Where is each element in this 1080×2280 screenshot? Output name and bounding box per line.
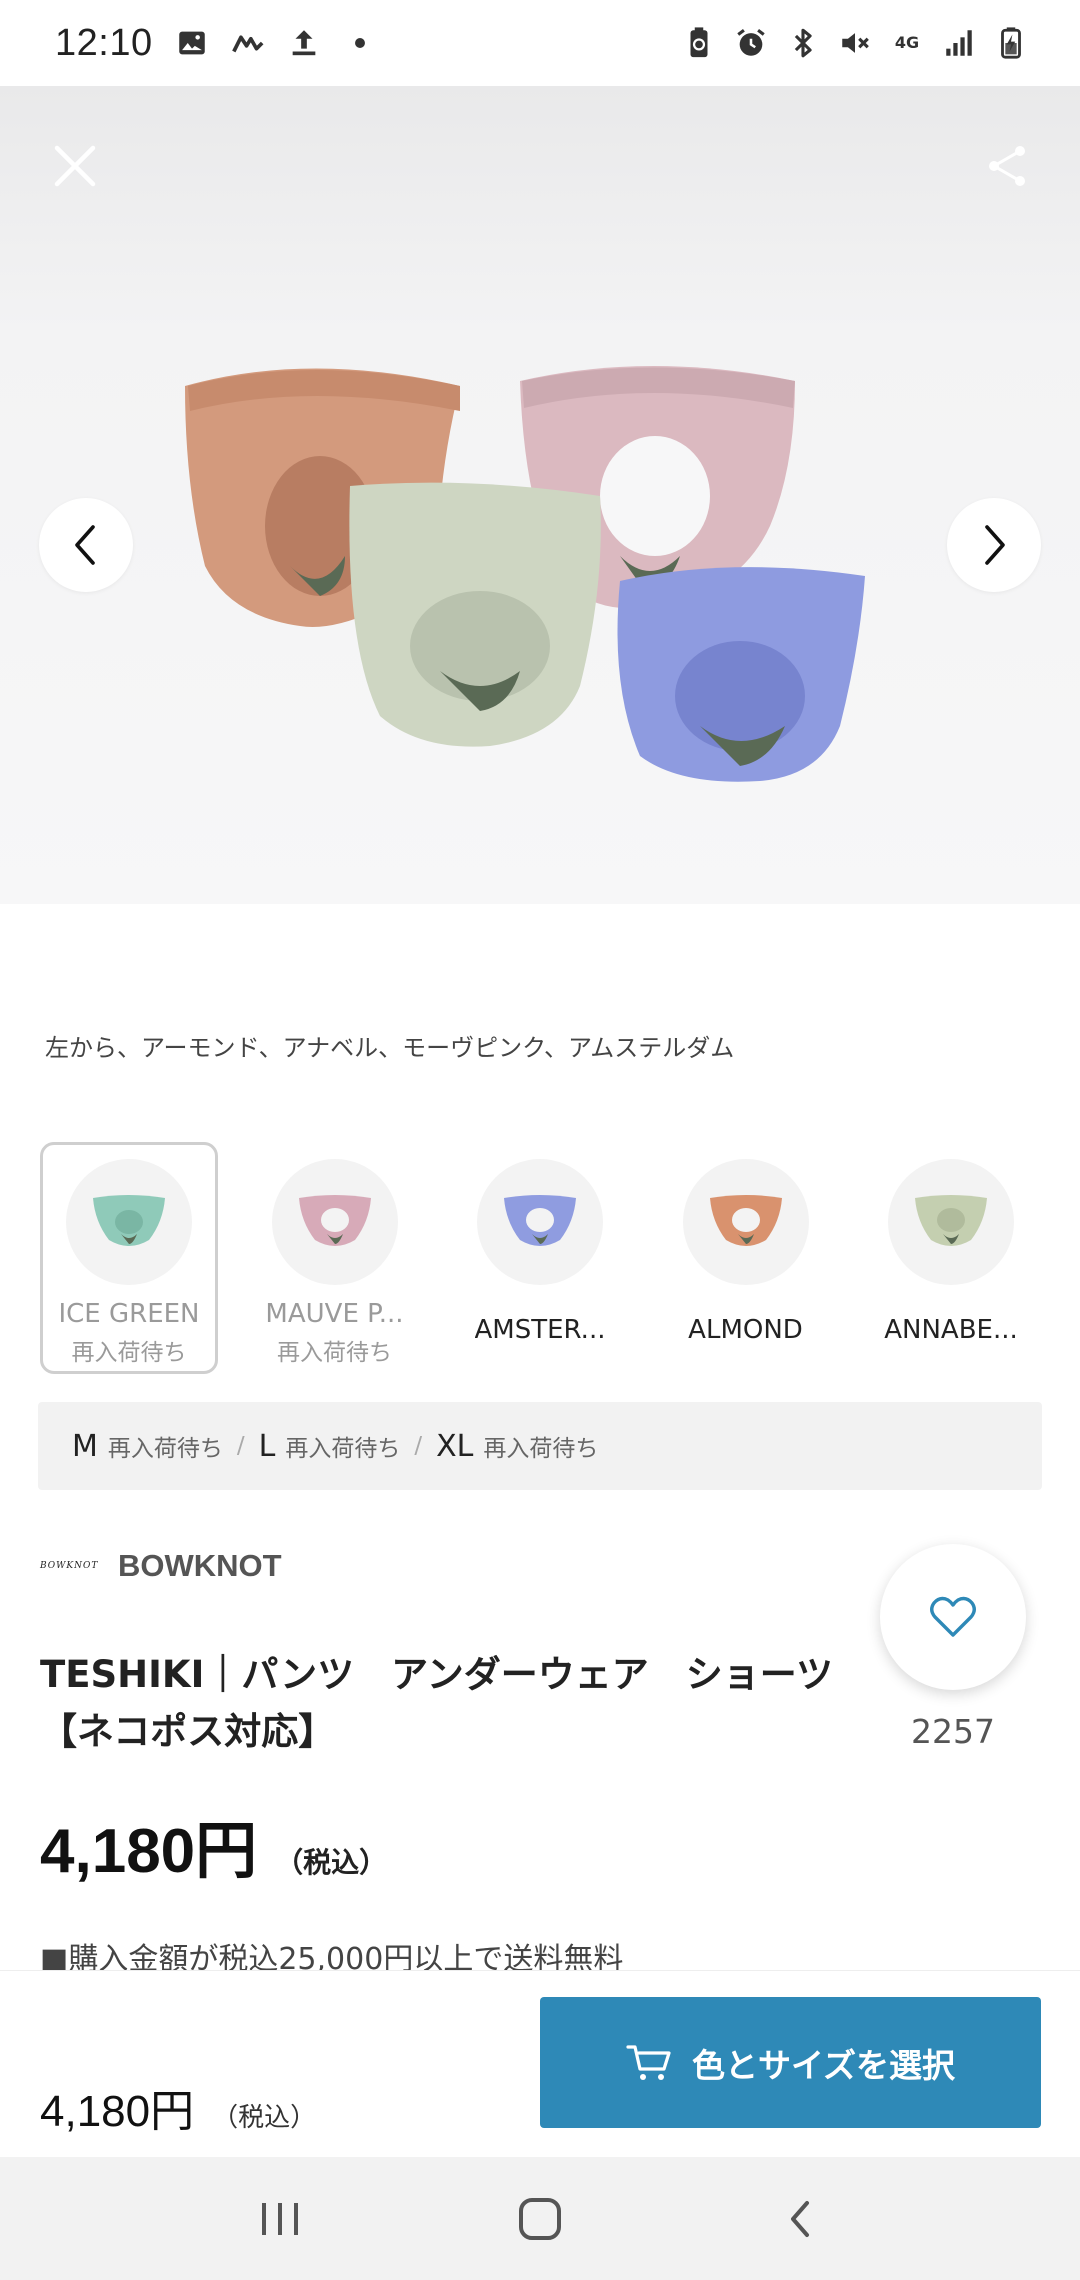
battery-charging-icon bbox=[994, 26, 1028, 60]
size-label: XL bbox=[436, 1428, 474, 1464]
product-annabel bbox=[349, 482, 601, 747]
size-label: L bbox=[258, 1428, 276, 1464]
swatch-name: AMSTER... bbox=[474, 1315, 606, 1345]
product-amsterdam bbox=[617, 567, 865, 782]
swatch-amsterdam[interactable]: AMSTER... bbox=[451, 1142, 629, 1374]
swatch-stock: 再入荷待ち bbox=[71, 1340, 187, 1366]
product-image-carousel[interactable] bbox=[0, 86, 1080, 904]
size-status: 再入荷待ち bbox=[107, 1436, 223, 1462]
bottom-price-value: 4,180円 bbox=[40, 2087, 195, 2136]
swatch-thumbnail bbox=[66, 1159, 192, 1285]
home-icon bbox=[519, 2197, 561, 2240]
size-separator: / bbox=[414, 1433, 423, 1459]
swatch-thumbnail bbox=[477, 1159, 603, 1285]
bluetooth-icon bbox=[786, 26, 820, 60]
size-status: 再入荷待ち bbox=[483, 1436, 599, 1462]
swatch-thumbnail bbox=[888, 1159, 1014, 1285]
swatch-name: ANNABE... bbox=[884, 1315, 1018, 1345]
swatch-almond[interactable]: ALMOND bbox=[657, 1142, 835, 1374]
next-image-button[interactable] bbox=[947, 498, 1041, 592]
bottom-price: 4,180円 （税込） bbox=[40, 2075, 316, 2139]
tax-label: （税込） bbox=[275, 1846, 388, 1879]
recent-apps-icon bbox=[262, 2202, 298, 2235]
product-photo bbox=[185, 366, 865, 782]
close-button[interactable] bbox=[40, 131, 110, 201]
select-color-size-label: 色とサイズを選択 bbox=[691, 2045, 955, 2085]
size-label: M bbox=[72, 1428, 98, 1464]
clock: 12:10 bbox=[55, 21, 153, 64]
select-color-size-button[interactable]: 色とサイズを選択 bbox=[540, 1997, 1041, 2128]
battery-saver-icon bbox=[682, 26, 716, 60]
heart-icon bbox=[930, 1596, 976, 1637]
back-icon bbox=[791, 2200, 809, 2237]
alarm-icon bbox=[734, 26, 768, 60]
dot-icon bbox=[343, 26, 377, 60]
swatch-name: MAUVE P... bbox=[265, 1299, 404, 1329]
close-icon bbox=[54, 145, 96, 187]
product-price: 4,180円 bbox=[40, 1817, 258, 1886]
brand-name: BOWKNOT bbox=[118, 1548, 282, 1583]
favorite-button[interactable] bbox=[880, 1544, 1026, 1690]
brand-link[interactable]: BOWKNOT BOWKNOT bbox=[40, 1548, 282, 1584]
chevron-right-icon bbox=[985, 525, 1005, 565]
bottom-tax-label: （税込） bbox=[212, 2103, 317, 2133]
swatch-name: ALMOND bbox=[688, 1315, 803, 1345]
swatch-thumbnail bbox=[271, 1159, 398, 1285]
back-button[interactable] bbox=[755, 2174, 845, 2264]
brand-logo: BOWKNOT bbox=[40, 1561, 99, 1571]
recent-apps-button[interactable] bbox=[235, 2174, 325, 2264]
share-button[interactable] bbox=[972, 131, 1042, 201]
swatch-ice-green[interactable]: ICE GREEN 再入荷待ち bbox=[40, 1142, 218, 1374]
home-button[interactable] bbox=[495, 2174, 585, 2264]
network-4g-icon: 4G bbox=[890, 26, 924, 60]
previous-image-button[interactable] bbox=[39, 498, 133, 592]
purchase-bar: 4,180円 （税込） 色とサイズを選択 bbox=[0, 1970, 1080, 2157]
network-label: 4G bbox=[894, 33, 920, 52]
swatch-annabel[interactable]: ANNABE... bbox=[862, 1142, 1040, 1374]
product-title: TESHIKI｜パンツ アンダーウェア ショーツ【ネコポス対応】 bbox=[40, 1653, 833, 1753]
image-caption: 左から、アーモンド、アナベル、モーヴピンク、アムステルダム bbox=[45, 1034, 735, 1062]
color-swatches: ICE GREEN 再入荷待ち MAUVE P... 再入荷待ち AMSTER.… bbox=[40, 1142, 1040, 1374]
swatch-name: ICE GREEN bbox=[58, 1299, 200, 1329]
swatch-thumbnail bbox=[682, 1159, 809, 1285]
signal-icon bbox=[942, 26, 976, 60]
chevron-left-icon bbox=[75, 525, 95, 565]
activity-icon bbox=[231, 26, 265, 60]
status-right: 4G bbox=[682, 26, 1028, 60]
mute-icon bbox=[838, 26, 872, 60]
swatch-stock: 再入荷待ち bbox=[277, 1340, 392, 1366]
share-icon bbox=[989, 146, 1025, 186]
favorite-count: 2257 bbox=[911, 1712, 995, 1751]
cart-icon bbox=[626, 2044, 671, 2080]
size-separator: / bbox=[236, 1433, 245, 1459]
swatch-mauve-pink[interactable]: MAUVE P... 再入荷待ち bbox=[246, 1142, 424, 1374]
upload-icon bbox=[287, 26, 321, 60]
status-left: 12:10 bbox=[55, 22, 377, 65]
size-status: 再入荷待ち bbox=[285, 1436, 401, 1462]
system-navigation-bar bbox=[0, 2157, 1080, 2280]
price-row: 4,180円 （税込） bbox=[40, 1800, 387, 1890]
size-availability: M 再入荷待ち / L 再入荷待ち / XL 再入荷待ち bbox=[38, 1402, 1042, 1490]
image-icon bbox=[175, 26, 209, 60]
status-bar: 12:10 4G bbox=[0, 0, 1080, 86]
